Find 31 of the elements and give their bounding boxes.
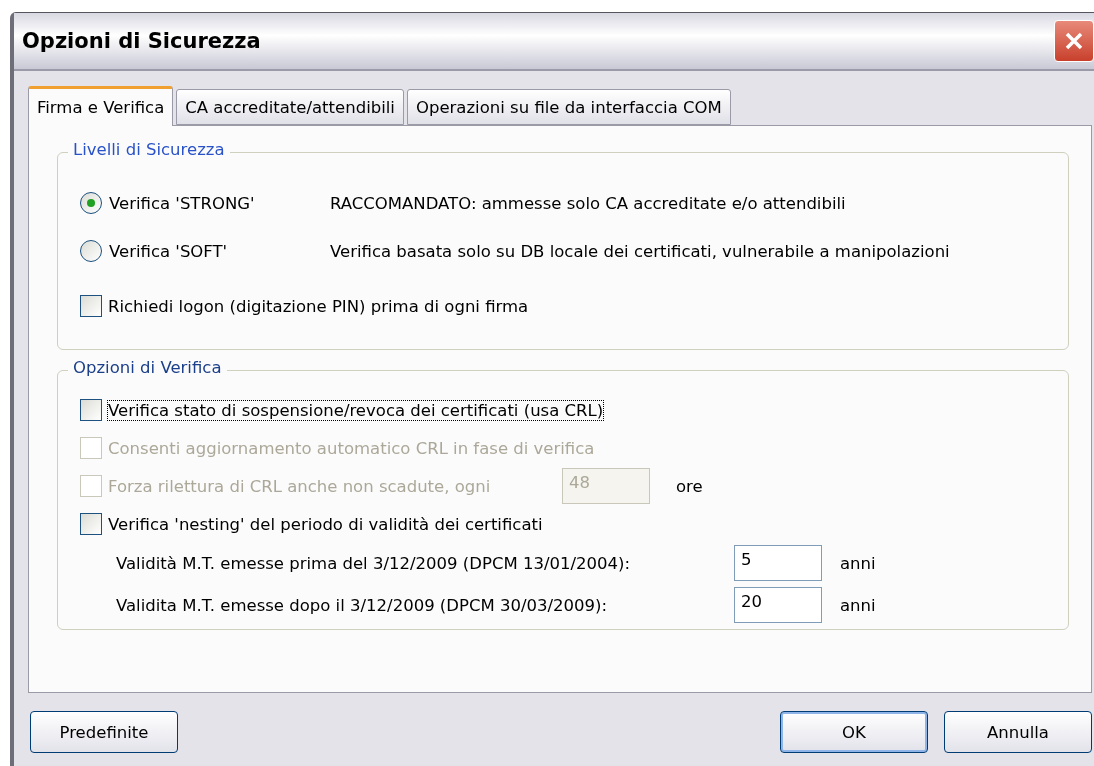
tab[interactable]: Operazioni su file da interfaccia COM xyxy=(406,89,731,125)
dialog-button[interactable]: Annulla xyxy=(944,711,1092,753)
option-description: RACCOMANDATO: ammesse solo CA accreditate e/o attendibili xyxy=(330,193,847,213)
close-icon xyxy=(1064,31,1084,51)
checkbox-label: Richiedi logon (digitazione PIN) prima di ogni firma xyxy=(108,296,529,316)
radio-label: Verifica 'STRONG' xyxy=(109,193,255,213)
defaults-button[interactable]: Predefinite xyxy=(30,711,178,753)
checkbox[interactable] xyxy=(80,399,102,421)
unit-label: ore xyxy=(676,476,703,496)
checkbox-label: Verifica stato di sospensione/revoca dei certificati (usa CRL) xyxy=(108,400,604,420)
checkbox[interactable] xyxy=(80,295,102,317)
close-button[interactable] xyxy=(1054,20,1094,62)
tab[interactable]: CA accreditate/attendibili xyxy=(176,89,404,125)
window-title: Opzioni di Sicurezza xyxy=(22,29,261,53)
checkbox-label: Forza rilettura di CRL anche non scadute, ogni xyxy=(108,476,492,496)
unit-label: anni xyxy=(840,553,876,573)
field-label: Validita M.T. emesse dopo il 3/12/2009 (DPCM 30/03/2009): xyxy=(115,595,609,615)
checkbox-label: Consenti aggiornamento automatico CRL in fase di verifica xyxy=(108,438,595,458)
unit-label: anni xyxy=(840,595,876,615)
years-field[interactable]: 5 xyxy=(734,545,822,581)
radio-button[interactable] xyxy=(80,192,102,214)
checkbox[interactable] xyxy=(80,513,102,535)
checkbox-label: Verifica 'nesting' del periodo di validità dei certificati xyxy=(108,514,543,534)
years-field[interactable]: 20 xyxy=(734,587,822,623)
group-title: Opzioni di Verifica xyxy=(68,358,227,377)
tab[interactable]: Firma e Verifica xyxy=(28,86,174,126)
radio-label: Verifica 'SOFT' xyxy=(109,241,228,261)
dialog-button[interactable]: OK xyxy=(780,711,928,753)
radio-button[interactable] xyxy=(80,240,102,262)
option-description: Verifica basata solo su DB locale dei certificati, vulnerabile a manipolazioni xyxy=(330,241,951,261)
field-label: Validità M.T. emesse prima del 3/12/2009 (DPCM 13/01/2004): xyxy=(115,553,631,573)
